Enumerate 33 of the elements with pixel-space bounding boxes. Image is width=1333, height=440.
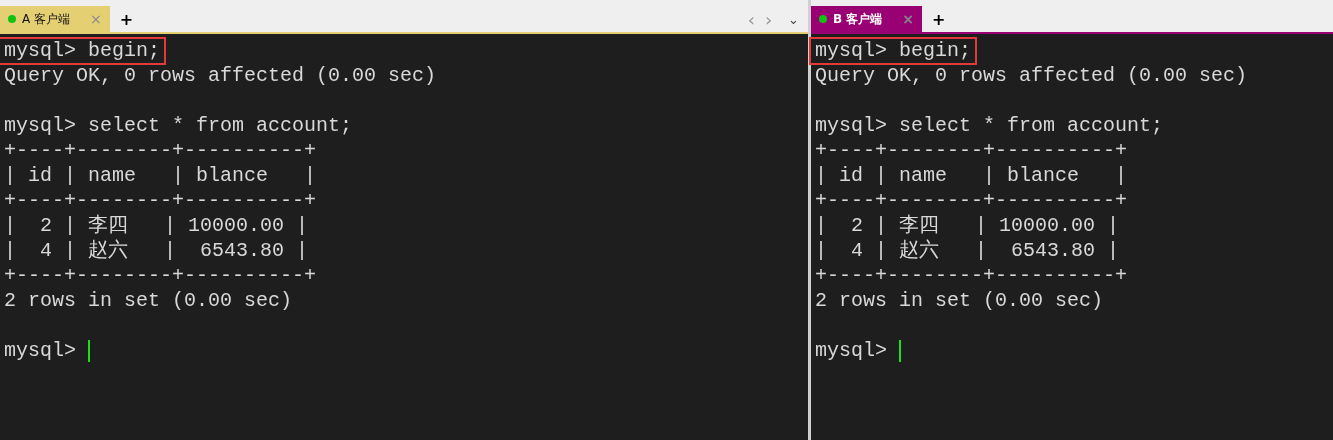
terminal-line: +----+--------+----------+ xyxy=(4,263,317,288)
terminal-line: 2 rows in set (0.00 sec) xyxy=(815,288,1104,313)
terminal-line: | 4 | 赵六 | 6543.80 | xyxy=(815,238,1120,263)
terminal-line: +----+--------+----------+ xyxy=(815,263,1128,288)
status-dot-icon xyxy=(819,15,827,23)
text-cursor xyxy=(899,339,901,362)
terminal-line: Query OK, 0 rows affected (0.00 sec) xyxy=(4,63,437,88)
nav-button[interactable]: ⌄ xyxy=(783,6,804,32)
terminal-line: 2 rows in set (0.00 sec) xyxy=(4,288,293,313)
terminal-line: | 2 | 李四 | 10000.00 | xyxy=(4,213,309,238)
terminal-line: +----+--------+----------+ xyxy=(815,188,1128,213)
terminal-line: | 4 | 赵六 | 6543.80 | xyxy=(4,238,309,263)
terminal-line: +----+--------+----------+ xyxy=(4,188,317,213)
terminal-line: | id | name | blance | xyxy=(815,163,1128,188)
terminal-line: mysql> begin; xyxy=(812,39,975,62)
terminal-prompt: mysql> xyxy=(815,338,887,363)
new-tab-button[interactable]: + xyxy=(922,6,956,32)
terminal-line: mysql> begin; xyxy=(1,39,164,62)
terminal-line: | 2 | 李四 | 10000.00 | xyxy=(815,213,1120,238)
new-tab-button[interactable]: + xyxy=(109,6,144,32)
tab[interactable]: A 客户端 × xyxy=(0,6,110,32)
terminal-line: +----+--------+----------+ xyxy=(4,138,317,163)
status-dot-icon xyxy=(8,15,16,23)
terminal-line: mysql> select * from account; xyxy=(815,113,1164,138)
text-cursor xyxy=(88,339,90,362)
terminal-prompt: mysql> xyxy=(4,338,76,363)
tab[interactable]: B 客户端 × xyxy=(811,6,923,32)
tab-label: B 客户端 xyxy=(833,10,883,28)
terminal-line: +----+--------+----------+ xyxy=(815,138,1128,163)
tab-label: A 客户端 xyxy=(22,10,71,28)
terminal-line: mysql> select * from account; xyxy=(4,113,353,138)
terminal-line: Query OK, 0 rows affected (0.00 sec) xyxy=(815,63,1248,88)
terminal-line: | id | name | blance | xyxy=(4,163,317,188)
